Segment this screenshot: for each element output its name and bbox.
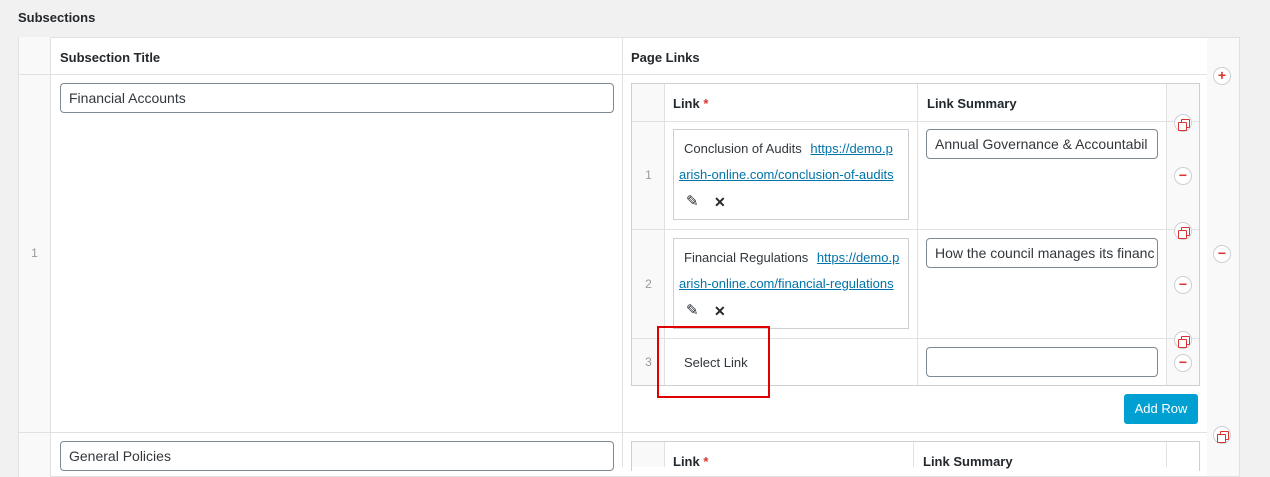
- link-title: Conclusion of Audits: [684, 141, 802, 156]
- required-marker: *: [703, 96, 709, 111]
- inner-row-number-column: [632, 442, 665, 467]
- link-url-continued[interactable]: arish-online.com/conclusion-of-audits: [679, 167, 894, 182]
- inner-divider: [664, 442, 665, 467]
- duplicate-subsection-icon[interactable]: [1213, 426, 1231, 444]
- remove-subsection-icon[interactable]: −: [1213, 245, 1231, 263]
- row-number: 1: [31, 246, 38, 260]
- section-heading: Subsections: [18, 10, 96, 25]
- duplicate-link-row-icon[interactable]: [1174, 222, 1192, 240]
- inner-row-number: 2: [645, 277, 652, 291]
- column-divider: [622, 37, 623, 467]
- column-header-link: Link *: [673, 96, 709, 111]
- remove-link-row-icon[interactable]: −: [1174, 276, 1192, 294]
- add-row-button[interactable]: Add Row: [1124, 394, 1198, 424]
- column-header-subsection-title: Subsection Title: [60, 50, 161, 65]
- inner-row-number: 1: [645, 168, 652, 182]
- link-summary-input[interactable]: Annual Governance & Accountabil: [926, 129, 1158, 159]
- link-url-continued[interactable]: arish-online.com/financial-regulations: [679, 276, 894, 291]
- link-url[interactable]: https://demo.p: [810, 141, 892, 156]
- inner-divider: [917, 84, 918, 385]
- row-divider: [18, 432, 1208, 433]
- inner-divider: [1166, 442, 1167, 467]
- highlight-annotation: [657, 326, 770, 398]
- column-header-link-summary: Link Summary: [927, 96, 1017, 111]
- duplicate-link-row-icon[interactable]: [1174, 114, 1192, 132]
- link-line-1: Conclusion of Audits https://demo.p: [684, 141, 906, 156]
- inner-header-divider: [632, 121, 1199, 122]
- remove-link-icon[interactable]: ✕: [714, 194, 726, 210]
- remove-link-icon[interactable]: ✕: [714, 303, 726, 319]
- subsections-table-header: [18, 37, 1208, 75]
- remove-link-row-icon[interactable]: −: [1174, 167, 1192, 185]
- edit-link-icon[interactable]: ✎: [686, 194, 699, 210]
- edit-link-icon[interactable]: ✎: [686, 303, 699, 319]
- link-url[interactable]: https://demo.p: [817, 250, 899, 265]
- inner-row-divider: [632, 229, 1199, 230]
- add-subsection-icon[interactable]: +: [1213, 67, 1231, 85]
- remove-link-row-icon[interactable]: −: [1174, 354, 1192, 372]
- subsection-title-input[interactable]: Financial Accounts: [60, 83, 614, 113]
- duplicate-link-row-icon[interactable]: [1174, 331, 1192, 349]
- link-title: Financial Regulations: [684, 250, 809, 265]
- inner-divider: [913, 442, 914, 467]
- link-summary-input[interactable]: How the council manages its financ: [926, 238, 1158, 268]
- link-line-1: Financial Regulations https://demo.p: [684, 250, 906, 265]
- column-header-page-links: Page Links: [631, 50, 700, 65]
- link-summary-input[interactable]: [926, 347, 1158, 377]
